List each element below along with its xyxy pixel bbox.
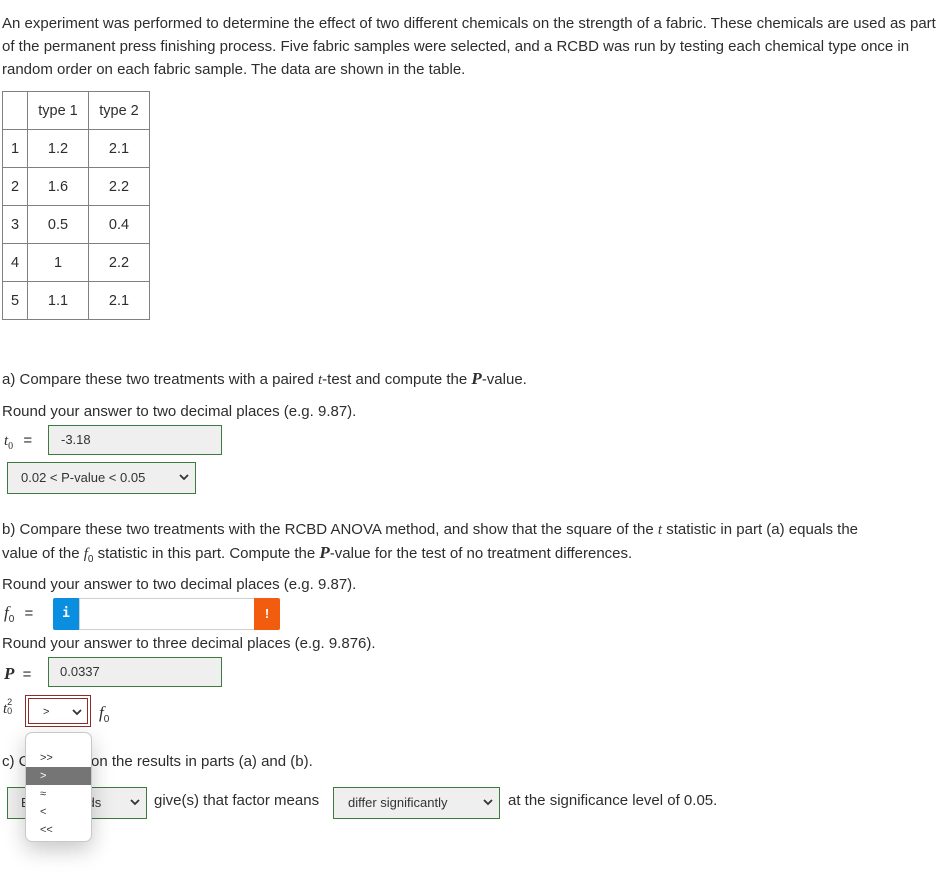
chevron-down-icon	[483, 788, 493, 806]
pvalue-select[interactable]: 0.02 < P-value < 0.05	[7, 462, 196, 494]
part-c-question-end: on the results in parts (a) and (b).	[91, 753, 313, 770]
part-b-round-note-3: Round your answer to three decimal place…	[2, 635, 376, 652]
data-table: type 1 type 2 1 1.2 2.1 2 1.6 2.2 3 0.5 …	[2, 91, 150, 320]
table-header-row: type 1 type 2	[2, 91, 150, 130]
table-cell: 2.1	[88, 281, 150, 320]
table-row: 1 1.2 2.1	[2, 129, 150, 168]
comparison-select[interactable]: >	[25, 695, 91, 727]
table-cell: 1	[27, 243, 89, 282]
table-cell: 1.1	[27, 281, 89, 320]
table-cell: 2.1	[88, 129, 150, 168]
table-cell: 0.5	[27, 205, 89, 244]
table-cell: 1.2	[27, 129, 89, 168]
part-b-question-line2: value of the f0 statistic in this part. …	[2, 543, 633, 565]
table-cell: 2.2	[88, 243, 150, 282]
part-a-round-note: Round your answer to two decimal places …	[2, 403, 357, 420]
table-row: 2 1.6 2.2	[2, 167, 150, 206]
dropdown-option[interactable]: ≈	[26, 785, 91, 803]
table-cell: 5	[2, 281, 28, 320]
part-b-round-note: Round your answer to two decimal places …	[2, 576, 357, 593]
table-cell: 4	[2, 243, 28, 282]
f0-input[interactable]	[79, 598, 255, 630]
table-row: 3 0.5 0.4	[2, 205, 150, 244]
chevron-down-icon	[130, 788, 140, 806]
table-header	[2, 91, 28, 130]
error-icon[interactable]: !	[254, 598, 280, 630]
table-cell: 1.6	[27, 167, 89, 206]
chevron-down-icon	[179, 463, 189, 481]
factor-means-text: give(s) that factor means	[154, 792, 320, 809]
dropdown-option-blank[interactable]	[26, 733, 91, 749]
p-value-input[interactable]: 0.0337	[48, 657, 222, 687]
p-label: P =	[4, 664, 32, 683]
f0-label: f0 =	[4, 603, 34, 625]
f0-compare-label: f0	[99, 703, 110, 725]
comparison-dropdown-menu: >> > ≈ < <<	[25, 732, 92, 842]
dropdown-option[interactable]: >>	[26, 749, 91, 767]
dropdown-option[interactable]: <<	[26, 821, 91, 839]
table-cell: 2.2	[88, 167, 150, 206]
table-cell: 2	[2, 167, 28, 206]
table-cell: 3	[2, 205, 28, 244]
table-cell: 0.4	[88, 205, 150, 244]
significance-text: at the significance level of 0.05.	[508, 792, 718, 809]
part-a-question: a) Compare these two treatments with a p…	[2, 369, 527, 388]
table-row: 4 1 2.2	[2, 243, 150, 282]
problem-intro: An experiment was performed to determine…	[2, 15, 936, 78]
conclusion-select[interactable]: differ significantly	[333, 787, 500, 819]
table-cell: 1	[2, 129, 28, 168]
dropdown-option[interactable]: <	[26, 803, 91, 821]
t0-label: t0 =	[4, 432, 33, 452]
dropdown-option-selected[interactable]: >	[26, 767, 91, 785]
table-header: type 1	[27, 91, 89, 130]
table-header: type 2	[88, 91, 150, 130]
t0-squared-label: t20	[3, 697, 13, 717]
table-row: 5 1.1 2.1	[2, 281, 150, 320]
info-icon[interactable]: i	[53, 598, 79, 630]
part-b-question-line1: b) Compare these two treatments with the…	[2, 521, 859, 538]
t0-input[interactable]: -3.18	[48, 425, 222, 455]
chevron-down-icon	[72, 699, 82, 716]
